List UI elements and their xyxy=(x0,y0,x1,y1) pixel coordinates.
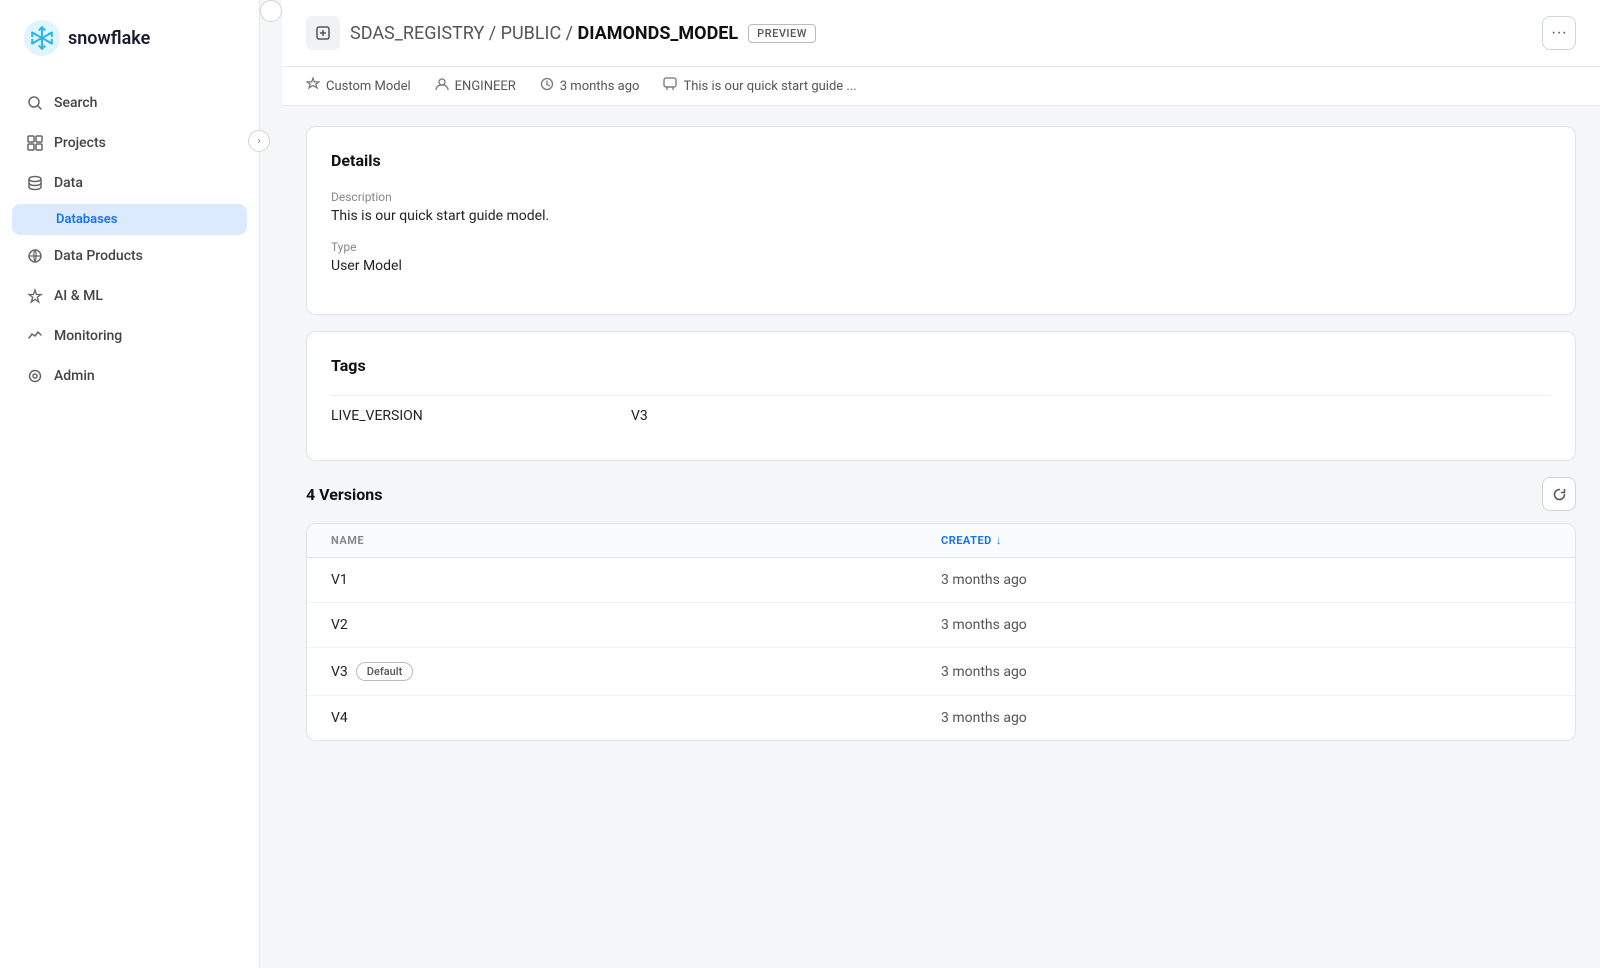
sidebar-item-admin-label: Admin xyxy=(54,368,95,384)
col-name-header: NAME xyxy=(331,534,941,547)
refresh-button[interactable] xyxy=(1542,477,1576,511)
details-card: Details Description This is our quick st… xyxy=(306,126,1576,315)
versions-section: 4 Versions NAME CREATED ↓ V1 3 months ag… xyxy=(306,477,1576,741)
versions-header: 4 Versions xyxy=(306,477,1576,511)
comment-icon xyxy=(663,77,677,95)
description-label: Description xyxy=(331,190,1551,204)
more-options-button[interactable]: ··· xyxy=(1542,16,1576,50)
sidebar-item-data-label: Data xyxy=(54,175,83,191)
tags-card-title: Tags xyxy=(331,356,1551,375)
version-name-v1: V1 xyxy=(331,572,941,588)
meta-type-label: Custom Model xyxy=(326,79,411,94)
meta-author: ENGINEER xyxy=(435,77,516,95)
sidebar-item-projects[interactable]: Projects xyxy=(12,124,247,162)
breadcrumb-part2: PUBLIC xyxy=(501,23,562,44)
sidebar-item-ai-ml-label: AI & ML xyxy=(54,288,103,304)
tags-card: Tags LIVE_VERSION V3 xyxy=(306,331,1576,461)
sort-arrow-icon[interactable]: ↓ xyxy=(996,534,1002,547)
version-row-v3[interactable]: V3 Default 3 months ago xyxy=(307,648,1575,696)
version-created-v2: 3 months ago xyxy=(941,617,1551,633)
type-value: User Model xyxy=(331,258,1551,274)
sidebar-collapse-button[interactable] xyxy=(260,0,282,22)
version-created-v3: 3 months ago xyxy=(941,664,1551,680)
sidebar-item-search[interactable]: Search xyxy=(12,84,247,122)
header-actions: ··· xyxy=(1542,16,1576,50)
meta-desc-label: This is our quick start guide ... xyxy=(683,79,856,94)
monitoring-icon xyxy=(26,327,44,345)
version-created-v1: 3 months ago xyxy=(941,572,1551,588)
breadcrumb: SDAS_REGISTRY / PUBLIC / DIAMONDS_MODEL xyxy=(350,23,738,44)
admin-icon xyxy=(26,367,44,385)
page-header: SDAS_REGISTRY / PUBLIC / DIAMONDS_MODEL … xyxy=(282,0,1600,67)
breadcrumb-current: DIAMONDS_MODEL xyxy=(578,23,739,44)
sidebar-toggle-button[interactable]: › xyxy=(248,130,270,152)
logo-text: snowflake xyxy=(68,28,150,49)
sidebar-item-databases-label: Databases xyxy=(56,212,117,227)
version-row-v4[interactable]: V4 3 months ago xyxy=(307,696,1575,740)
ai-ml-icon xyxy=(26,287,44,305)
sidebar-item-databases[interactable]: Databases xyxy=(12,204,247,235)
version-name-v2: V2 xyxy=(331,617,941,633)
version-row-v1[interactable]: V1 3 months ago xyxy=(307,558,1575,603)
sidebar-navigation: Search Projects Data Databases Data Prod… xyxy=(0,76,259,403)
version-created-v4: 3 months ago xyxy=(941,710,1551,726)
tags-table: LIVE_VERSION V3 xyxy=(331,395,1551,436)
created-label: CREATED xyxy=(941,534,992,547)
preview-badge: PREVIEW xyxy=(748,24,816,43)
tag-row-0: LIVE_VERSION V3 xyxy=(331,395,1551,436)
model-type-icon xyxy=(306,16,340,50)
snowflake-logo-icon xyxy=(24,20,60,56)
tag-value-0: V3 xyxy=(631,408,648,424)
header-left: SDAS_REGISTRY / PUBLIC / DIAMONDS_MODEL … xyxy=(306,16,816,50)
sidebar-item-projects-label: Projects xyxy=(54,135,106,151)
details-card-title: Details xyxy=(331,151,1551,170)
breadcrumb-sep1: / xyxy=(484,23,500,44)
versions-title: 4 Versions xyxy=(306,485,382,504)
sidebar-item-data-products[interactable]: Data Products xyxy=(12,237,247,275)
breadcrumb-sep2: / xyxy=(561,23,577,44)
sidebar: snowflake Search Projects Data Databases xyxy=(0,0,260,968)
custom-model-icon xyxy=(306,77,320,95)
meta-time: 3 months ago xyxy=(540,77,640,95)
type-row: Type User Model xyxy=(331,240,1551,274)
meta-author-label: ENGINEER xyxy=(455,79,516,94)
versions-table: NAME CREATED ↓ V1 3 months ago V2 3 mont… xyxy=(306,523,1576,741)
sidebar-item-data-products-label: Data Products xyxy=(54,248,143,264)
logo: snowflake xyxy=(0,0,259,76)
projects-icon xyxy=(26,134,44,152)
main-content: SDAS_REGISTRY / PUBLIC / DIAMONDS_MODEL … xyxy=(282,0,1600,968)
search-icon xyxy=(26,94,44,112)
breadcrumb-part1: SDAS_REGISTRY xyxy=(350,23,484,44)
content-area: Details Description This is our quick st… xyxy=(282,106,1600,968)
clock-icon xyxy=(540,77,554,95)
version-name-v3: V3 Default xyxy=(331,662,941,681)
meta-time-label: 3 months ago xyxy=(560,79,640,94)
sidebar-item-data[interactable]: Data xyxy=(12,164,247,202)
meta-type: Custom Model xyxy=(306,77,411,95)
sidebar-item-ai-ml[interactable]: AI & ML xyxy=(12,277,247,315)
description-value: This is our quick start guide model. xyxy=(331,208,1551,224)
type-label: Type xyxy=(331,240,1551,254)
sidebar-item-admin[interactable]: Admin xyxy=(12,357,247,395)
default-badge: Default xyxy=(356,662,413,681)
sidebar-item-monitoring-label: Monitoring xyxy=(54,328,122,344)
meta-bar: Custom Model ENGINEER 3 months ago This … xyxy=(282,67,1600,106)
sidebar-item-monitoring[interactable]: Monitoring xyxy=(12,317,247,355)
table-header: NAME CREATED ↓ xyxy=(307,524,1575,558)
version-row-v2[interactable]: V2 3 months ago xyxy=(307,603,1575,648)
data-products-icon xyxy=(26,247,44,265)
data-icon xyxy=(26,174,44,192)
tag-key-0: LIVE_VERSION xyxy=(331,408,631,424)
description-row: Description This is our quick start guid… xyxy=(331,190,1551,224)
author-icon xyxy=(435,77,449,95)
col-created-header: CREATED ↓ xyxy=(941,534,1551,547)
sidebar-item-search-label: Search xyxy=(54,95,97,111)
meta-description: This is our quick start guide ... xyxy=(663,77,856,95)
version-name-v4: V4 xyxy=(331,710,941,726)
